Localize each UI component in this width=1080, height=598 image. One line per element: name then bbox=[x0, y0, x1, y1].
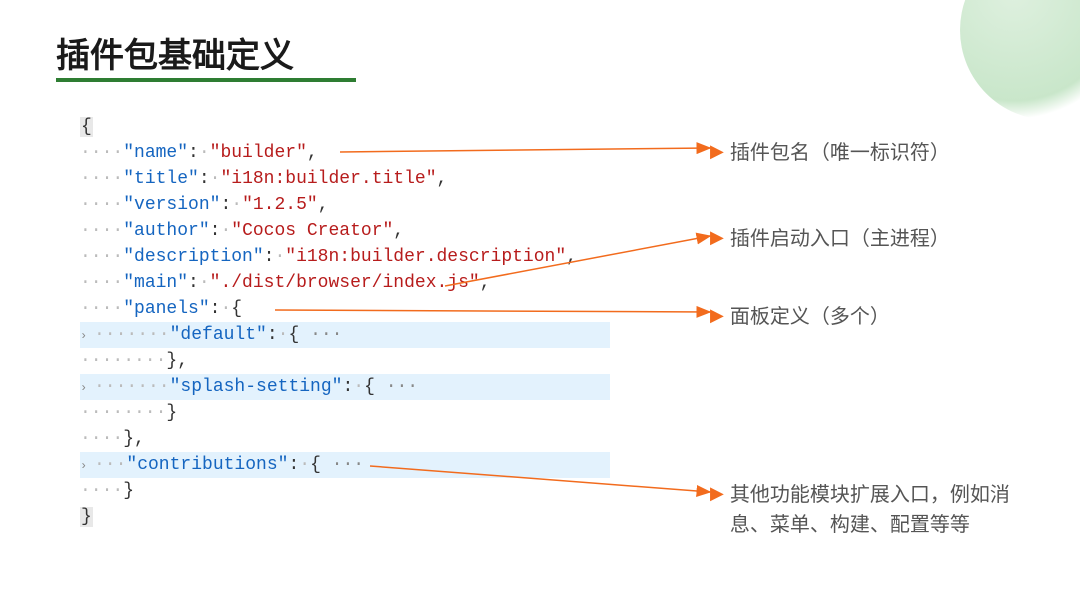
annotation-main: ▶插件启动入口（主进程） bbox=[710, 224, 950, 254]
annotation-contributions: ▶其他功能模块扩展入口，例如消息、菜单、构建、配置等等 bbox=[710, 480, 1020, 540]
code-block: { ····"name":·"builder", ····"title":·"i… bbox=[80, 114, 610, 530]
chevron-right-icon: › bbox=[80, 375, 94, 401]
slide-title: 插件包基础定义 bbox=[56, 28, 294, 77]
annotation-panels: ▶面板定义（多个） bbox=[710, 302, 890, 332]
chevron-right-icon: › bbox=[80, 323, 94, 349]
title-underline bbox=[56, 78, 356, 82]
chevron-right-icon: › bbox=[80, 453, 94, 479]
corner-decoration bbox=[960, 0, 1080, 120]
annotation-name: ▶插件包名（唯一标识符） bbox=[710, 138, 950, 168]
